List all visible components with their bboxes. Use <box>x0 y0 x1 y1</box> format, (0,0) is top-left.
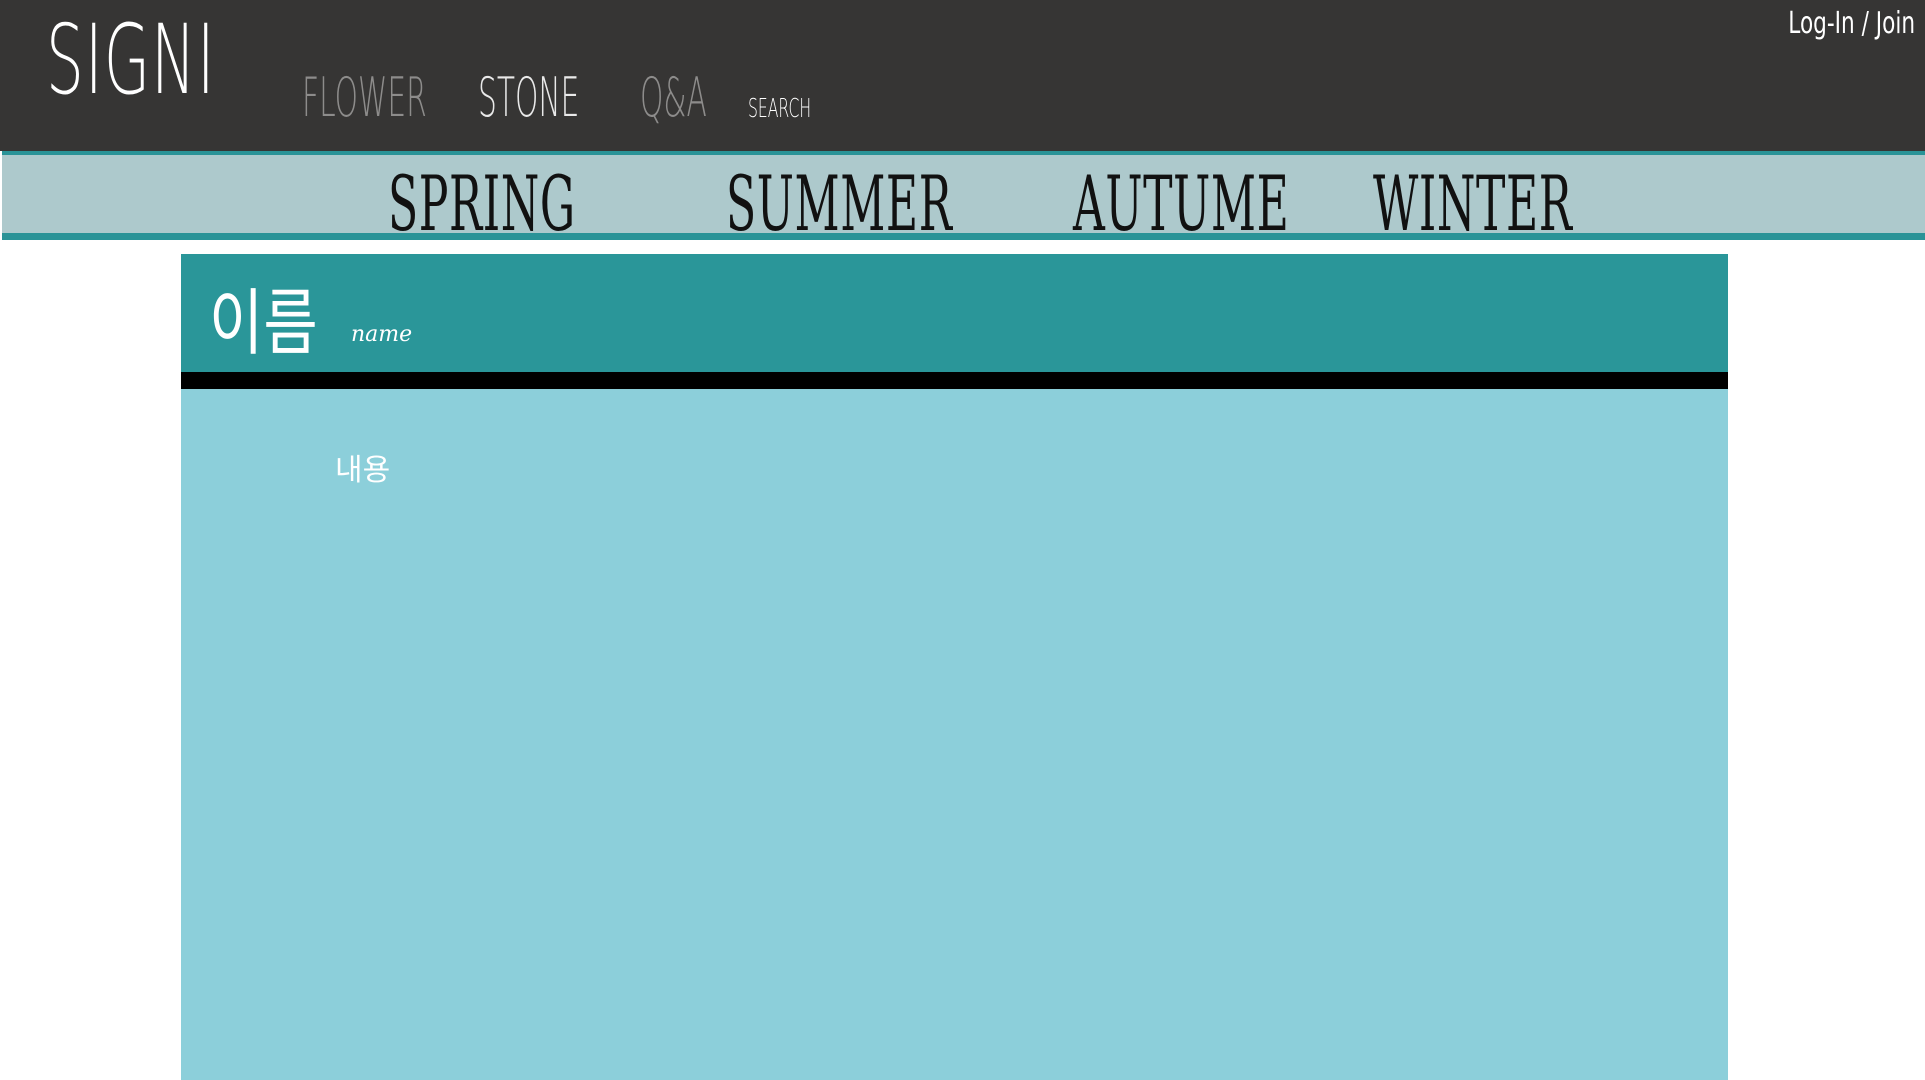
site-logo[interactable]: SIGNI <box>46 4 216 116</box>
nav-flower-link[interactable]: FLOWER <box>302 66 427 129</box>
card-body: 내용 <box>181 389 1728 1080</box>
nav-search-link[interactable]: SEARCH <box>748 94 811 124</box>
season-tab-winter[interactable]: WINTER <box>1373 159 1573 248</box>
card-content-label: 내용 <box>335 453 391 488</box>
card-title: 이름 <box>209 281 318 365</box>
nav-stone-link[interactable]: STONE <box>478 66 579 129</box>
season-tab-spring[interactable]: SPRING <box>388 159 576 248</box>
card-subtitle: name <box>351 322 413 347</box>
nav-qa-link[interactable]: Q&A <box>640 66 707 129</box>
season-navigation-bar: SPRING SUMMER AUTUME WINTER <box>2 151 1925 248</box>
card-header: 이름 name <box>181 254 1728 372</box>
top-navigation-bar: SIGNI FLOWER STONE Q&A SEARCH Log-In / J… <box>0 0 1925 151</box>
season-tab-summer[interactable]: SUMMER <box>726 159 952 248</box>
login-join-link[interactable]: Log-In / Join <box>1788 6 1915 41</box>
season-tab-autumn[interactable]: AUTUME <box>1073 159 1289 248</box>
card-divider <box>181 372 1728 389</box>
